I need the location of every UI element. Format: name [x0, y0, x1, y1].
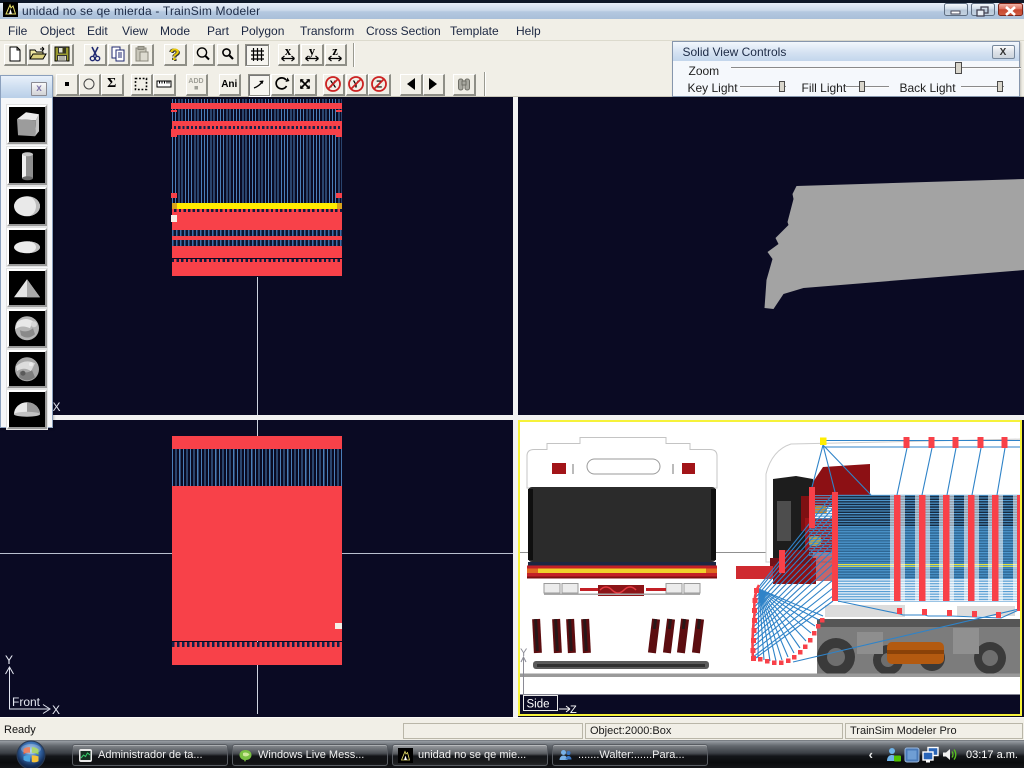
svg-text:z: z	[332, 45, 338, 58]
svg-text:Side: Side	[526, 698, 549, 710]
svg-text:Y: Y	[5, 653, 13, 667]
svg-text:ADD: ADD	[189, 78, 204, 85]
svg-text:X: X	[52, 703, 60, 716]
svg-text:x: x	[285, 45, 292, 58]
svg-text:Z: Z	[570, 704, 577, 714]
svg-text:Front: Front	[12, 695, 41, 709]
svg-text:Y: Y	[520, 647, 528, 659]
svg-text:y: y	[309, 45, 316, 58]
